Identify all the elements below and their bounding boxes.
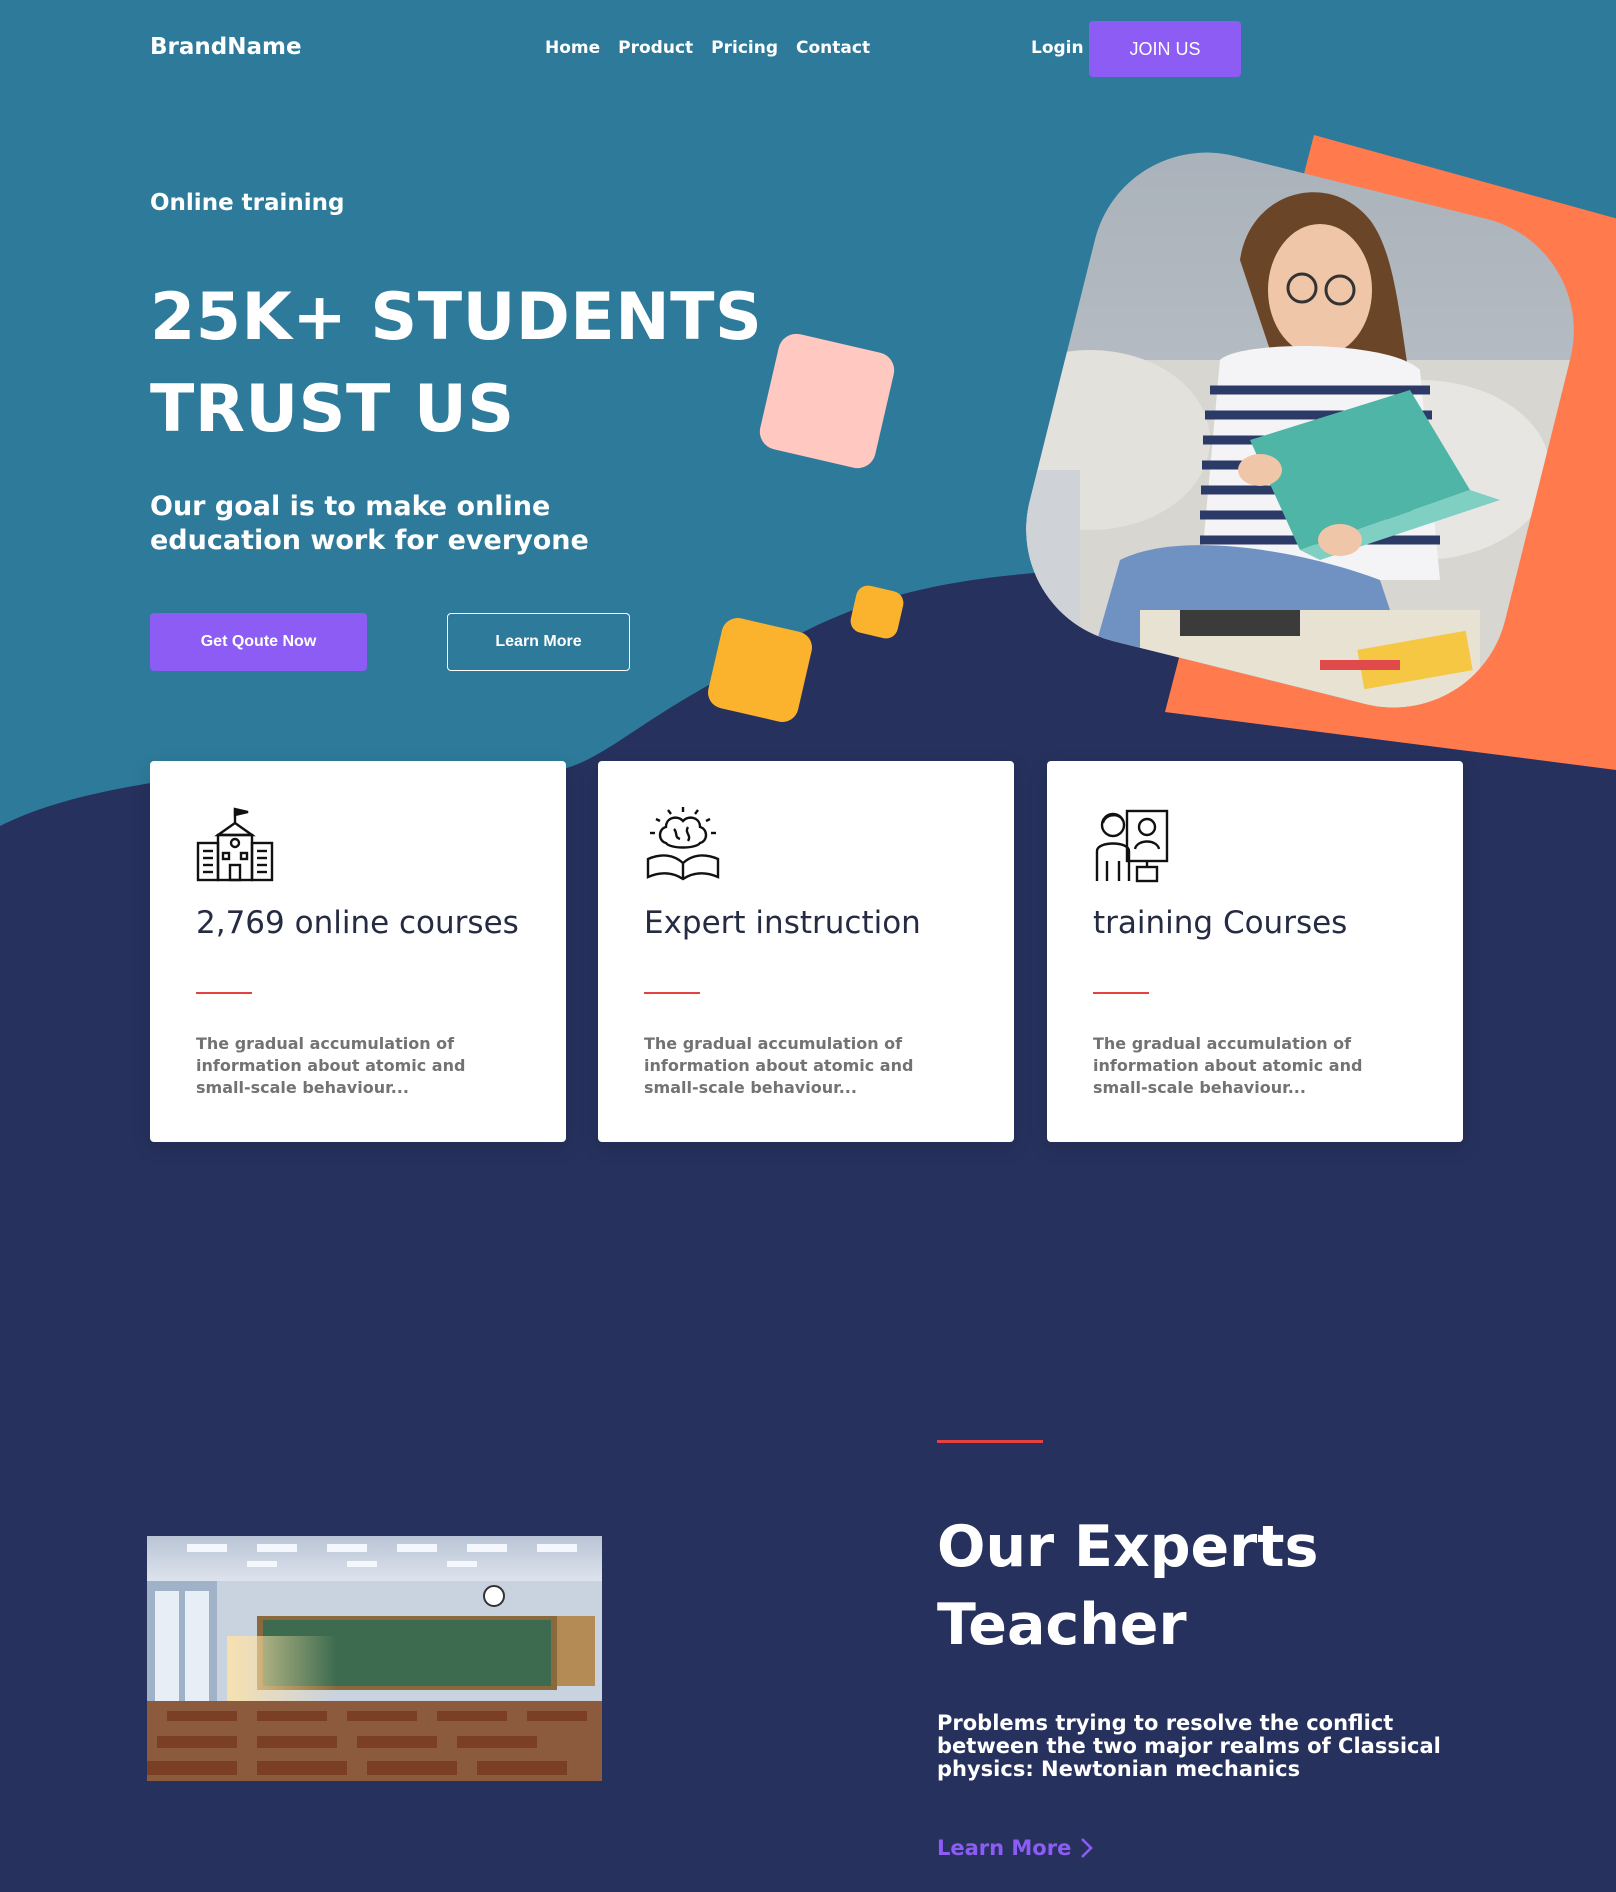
brand-logo[interactable]: BrandName bbox=[150, 34, 302, 60]
login-link[interactable]: Login bbox=[1031, 38, 1084, 58]
feature-title: 2,769 online courses bbox=[196, 905, 519, 941]
landing-page: BrandName Home Product Pricing Contact L… bbox=[0, 0, 1616, 1892]
student-reading-photo bbox=[1001, 140, 1590, 732]
experts-learn-more-label: Learn More bbox=[937, 1836, 1072, 1860]
feature-card-instruction[interactable]: Expert instruction The gradual accumulat… bbox=[598, 761, 1014, 1142]
feature-divider bbox=[1093, 992, 1149, 994]
experts-learn-more-link[interactable]: Learn More bbox=[937, 1836, 1094, 1860]
join-us-button[interactable]: JOIN US bbox=[1089, 21, 1241, 77]
teacher-screen-icon bbox=[1095, 809, 1169, 883]
feature-description: The gradual accumulation of information … bbox=[1093, 1034, 1363, 1097]
feature-title: training Courses bbox=[1093, 905, 1348, 941]
nav-pricing[interactable]: Pricing bbox=[711, 38, 778, 58]
feature-card-training[interactable]: training Courses The gradual accumulatio… bbox=[1047, 761, 1463, 1142]
chevron-right-icon bbox=[1081, 1838, 1094, 1858]
feature-divider bbox=[196, 992, 252, 994]
hero-headline-line2: TRUST US bbox=[150, 372, 515, 447]
hero-eyebrow: Online training bbox=[150, 190, 345, 216]
experts-description: Problems trying to resolve the conflict … bbox=[937, 1711, 1441, 1781]
hero-headline: 25K+ STUDENTS TRUST US bbox=[150, 272, 770, 456]
feature-description: The gradual accumulation of information … bbox=[196, 1034, 466, 1097]
feature-divider bbox=[644, 992, 700, 994]
brain-book-icon bbox=[646, 807, 720, 881]
hero-headline-line1: 25K+ STUDENTS bbox=[150, 280, 763, 355]
main-nav: Home Product Pricing Contact bbox=[545, 38, 870, 58]
classroom-photo bbox=[147, 1536, 602, 1781]
experts-title-line2: Teacher bbox=[937, 1592, 1187, 1658]
school-building-icon bbox=[196, 807, 274, 882]
nav-home[interactable]: Home bbox=[545, 38, 600, 58]
feature-title: Expert instruction bbox=[644, 905, 921, 941]
hero-learn-more-button[interactable]: Learn More bbox=[447, 613, 630, 671]
feature-card-courses[interactable]: 2,769 online courses The gradual accumul… bbox=[150, 761, 566, 1142]
experts-title-line1: Our Experts bbox=[937, 1514, 1319, 1580]
feature-description: The gradual accumulation of information … bbox=[644, 1034, 914, 1097]
experts-divider bbox=[937, 1440, 1043, 1443]
get-quote-button[interactable]: Get Qoute Now bbox=[150, 613, 367, 671]
hero-subline: Our goal is to make online education wor… bbox=[150, 491, 589, 556]
nav-contact[interactable]: Contact bbox=[796, 38, 870, 58]
nav-product[interactable]: Product bbox=[618, 38, 693, 58]
experts-title: Our Experts Teacher bbox=[937, 1508, 1387, 1664]
